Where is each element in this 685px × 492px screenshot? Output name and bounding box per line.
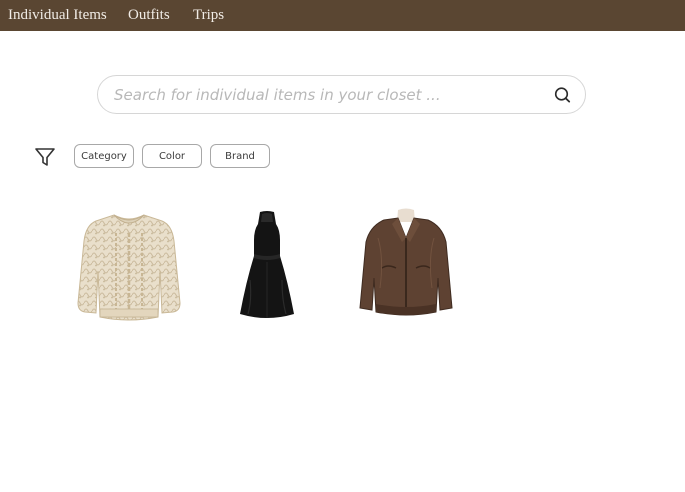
cable-knit-sweater-image (77, 214, 181, 321)
nav-outfits[interactable]: Outfits (128, 7, 170, 24)
nav-trips[interactable]: Trips (193, 7, 224, 24)
search-button[interactable] (553, 86, 573, 104)
search-bar (97, 75, 586, 114)
top-navigation-bar: Individual Items Outfits Trips (0, 0, 685, 31)
search-input[interactable] (114, 84, 534, 106)
filter-chip-category[interactable]: Category (74, 144, 134, 168)
filter-icon[interactable] (34, 146, 56, 168)
filter-chip-color[interactable]: Color (142, 144, 202, 168)
closet-item-sweater[interactable]: sweater (76, 211, 182, 321)
black-halter-dress-image (240, 211, 294, 318)
brown-leather-jacket-image (359, 208, 453, 316)
filter-chip-brand[interactable]: Brand (210, 144, 270, 168)
closet-item-jacket[interactable]: jacket (358, 208, 454, 322)
closet-item-dress[interactable]: dress (236, 210, 298, 320)
nav-individual-items[interactable]: Individual Items (8, 7, 107, 24)
search-icon (554, 87, 571, 103)
